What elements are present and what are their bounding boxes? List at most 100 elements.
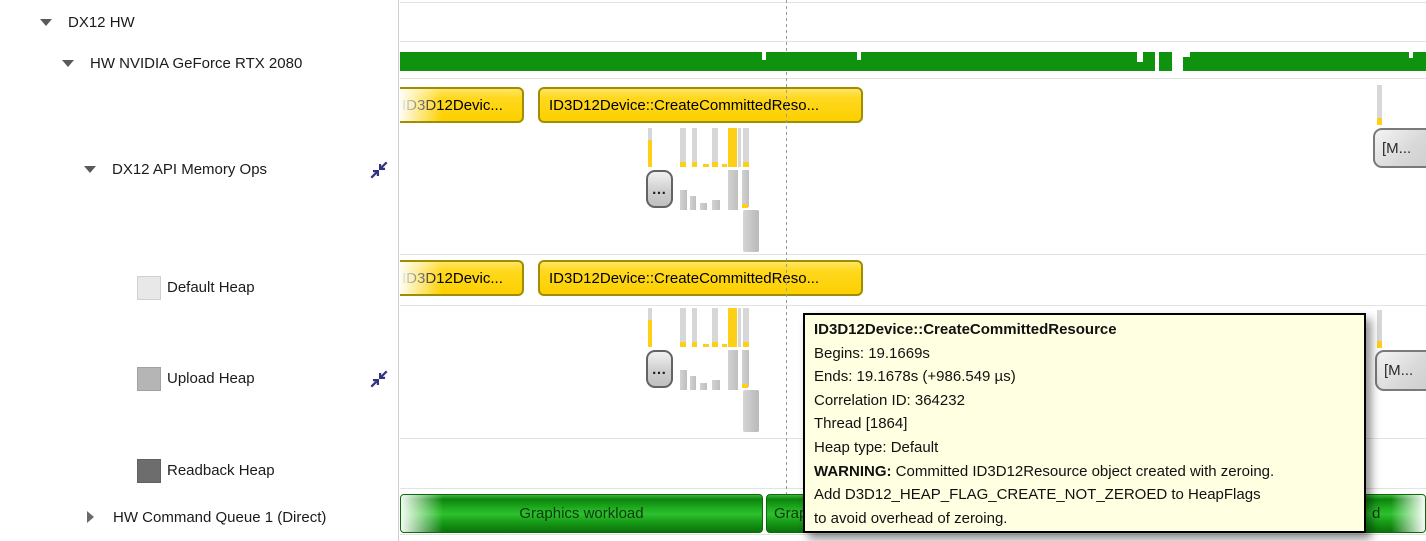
event-tick[interactable] <box>692 162 697 167</box>
event-tick[interactable] <box>1377 118 1382 125</box>
event-tooltip: ID3D12Device::CreateCommittedResource Be… <box>803 313 1366 533</box>
sidebar-item-hw-command-queue[interactable]: HW Command Queue 1 (Direct) <box>0 505 398 529</box>
event-tick[interactable] <box>743 308 749 342</box>
event-bar-small[interactable] <box>728 350 738 390</box>
tooltip-thread: Thread [1864] <box>814 415 908 433</box>
event-tick[interactable] <box>703 164 709 167</box>
event-tick[interactable] <box>1377 85 1382 118</box>
event-bar-small[interactable] <box>700 383 707 390</box>
warning-label: WARNING: <box>814 462 892 480</box>
warning-text: Committed ID3D12Resource object created … <box>891 462 1275 480</box>
tooltip-warning-line3: to avoid overhead of zeroing. <box>814 509 1008 527</box>
bar-left-fade <box>400 262 442 294</box>
expander-down-icon[interactable] <box>62 60 74 67</box>
timeline-cursor-line <box>786 0 787 534</box>
gpu-activity-bar[interactable] <box>400 52 1426 71</box>
tooltip-title: ID3D12Device::CreateCommittedResource <box>814 321 1117 338</box>
event-tick[interactable] <box>728 308 737 347</box>
timeline-panel[interactable]: ID3D12Device::CreateCommittedResource Be… <box>398 0 1426 541</box>
event-tick[interactable] <box>712 308 718 342</box>
api-call-bar[interactable]: ID3D12Device::CreateCommittedReso... <box>538 260 863 296</box>
tooltip-begins: Begins: 19.1669s <box>814 344 930 362</box>
event-tick[interactable] <box>692 128 697 162</box>
event-tick[interactable] <box>743 162 749 167</box>
overflow-ellipsis-button[interactable]: … <box>646 350 673 388</box>
event-tick[interactable] <box>738 308 741 347</box>
event-tick[interactable] <box>742 204 748 208</box>
event-bar-small[interactable] <box>712 380 720 390</box>
row-separator <box>400 78 1426 79</box>
event-block[interactable] <box>743 390 759 432</box>
event-tick[interactable] <box>712 342 718 347</box>
sidebar-item-readback-heap[interactable]: Readback Heap <box>0 458 398 483</box>
sidebar-item-gpu[interactable]: HW NVIDIA GeForce RTX 2080 <box>0 51 398 75</box>
collapse-row-pin-icon[interactable] <box>368 159 390 186</box>
row-separator <box>400 41 1426 42</box>
event-bar-small[interactable] <box>690 376 696 390</box>
row-separator <box>400 2 1426 3</box>
truncated-marker-block[interactable]: [M... <box>1375 350 1426 391</box>
event-tick[interactable] <box>722 344 727 347</box>
event-tick[interactable] <box>648 320 652 347</box>
truncated-marker-block[interactable]: [M... <box>1373 128 1426 168</box>
event-tick[interactable] <box>743 342 749 347</box>
expander-down-icon[interactable] <box>84 166 96 173</box>
tooltip-warning: WARNING: Committed ID3D12Resource object… <box>814 460 1355 484</box>
row-label: DX12 HW <box>68 13 135 31</box>
event-bar-small[interactable] <box>742 170 749 207</box>
event-tick[interactable] <box>728 128 737 167</box>
row-label: Upload Heap <box>167 369 255 387</box>
gpu-bar-gap <box>1137 52 1143 62</box>
event-tick[interactable] <box>722 164 727 167</box>
event-tick[interactable] <box>648 140 652 167</box>
row-label: HW Command Queue 1 (Direct) <box>113 508 327 526</box>
sidebar-item-upload-heap[interactable]: Upload Heap <box>0 366 398 391</box>
event-tick[interactable] <box>738 128 741 167</box>
expander-down-icon[interactable] <box>40 19 52 26</box>
gpu-bar-gap <box>1183 52 1190 57</box>
event-bar-small[interactable] <box>700 203 707 210</box>
event-tick[interactable] <box>680 308 686 342</box>
event-tick[interactable] <box>692 308 697 342</box>
event-bar-small[interactable] <box>712 200 720 210</box>
event-tick[interactable] <box>680 128 686 162</box>
default-heap-color-swatch <box>137 276 161 300</box>
api-call-bar[interactable]: ID3D12Device::CreateCommittedReso... <box>538 87 863 123</box>
event-bar-small[interactable] <box>680 190 687 210</box>
event-bar-small[interactable] <box>728 170 738 210</box>
event-bar-small[interactable] <box>742 350 749 387</box>
gpu-bar-gap <box>1172 52 1183 71</box>
event-bar-small[interactable] <box>680 370 687 390</box>
event-tick[interactable] <box>743 128 749 162</box>
api-call-bar[interactable]: ID3D12Devic... <box>400 260 524 296</box>
event-tick[interactable] <box>742 384 748 388</box>
event-tick[interactable] <box>692 342 697 347</box>
bar-left-fade <box>400 89 442 121</box>
overflow-ellipsis-button[interactable]: … <box>646 170 673 208</box>
workload-bar-label: Graphics workload <box>519 505 644 522</box>
event-tick[interactable] <box>1377 341 1382 348</box>
event-tick[interactable] <box>712 128 718 162</box>
event-tick[interactable] <box>712 162 718 167</box>
event-tick[interactable] <box>648 308 652 320</box>
event-tick[interactable] <box>648 128 652 140</box>
event-block[interactable] <box>743 210 759 252</box>
api-call-bar[interactable]: ID3D12Devic... <box>400 87 524 123</box>
expander-right-icon[interactable] <box>87 511 94 523</box>
sidebar-item-default-heap[interactable]: Default Heap <box>0 275 398 300</box>
event-bar-small[interactable] <box>690 196 696 210</box>
collapse-row-pin-icon[interactable] <box>368 368 390 395</box>
sidebar-item-dx12-hw[interactable]: DX12 HW <box>0 10 398 34</box>
nsight-timeline-view: DX12 HW HW NVIDIA GeForce RTX 2080 DX12 … <box>0 0 1426 541</box>
event-tick[interactable] <box>703 344 709 347</box>
gpu-bar-gap <box>857 52 861 60</box>
row-tree-sidebar: DX12 HW HW NVIDIA GeForce RTX 2080 DX12 … <box>0 0 398 541</box>
event-tick[interactable] <box>1377 310 1382 341</box>
row-label: DX12 API Memory Ops <box>112 160 268 178</box>
gpu-bar-gap <box>1155 52 1159 71</box>
event-tick[interactable] <box>680 342 686 347</box>
sidebar-item-memory-ops[interactable]: DX12 API Memory Ops <box>0 157 398 181</box>
bar-right-fade <box>1391 495 1425 532</box>
workload-bar[interactable]: Graphics workload <box>400 494 763 533</box>
event-tick[interactable] <box>680 162 686 167</box>
